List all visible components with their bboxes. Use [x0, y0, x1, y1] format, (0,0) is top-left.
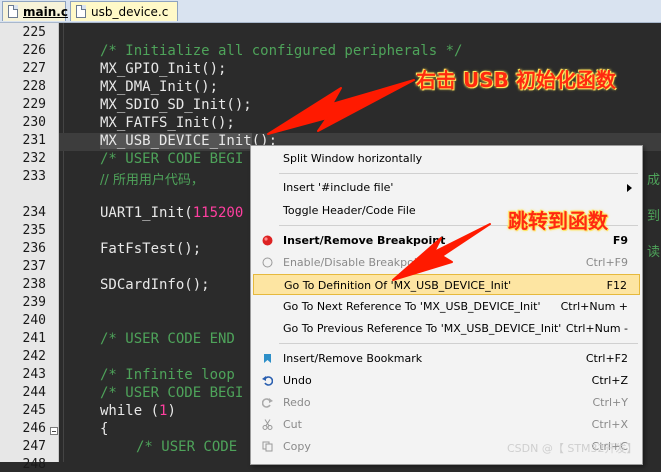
watermark: CSDN @【 STM32开发】: [507, 442, 638, 455]
annotation-right-click: 右击 USB 初始化函数: [416, 68, 616, 92]
arrow-to-goto-definition: [392, 223, 491, 281]
arrow-to-function: [267, 79, 415, 135]
annotation-jump: 跳转到函数: [508, 209, 608, 233]
